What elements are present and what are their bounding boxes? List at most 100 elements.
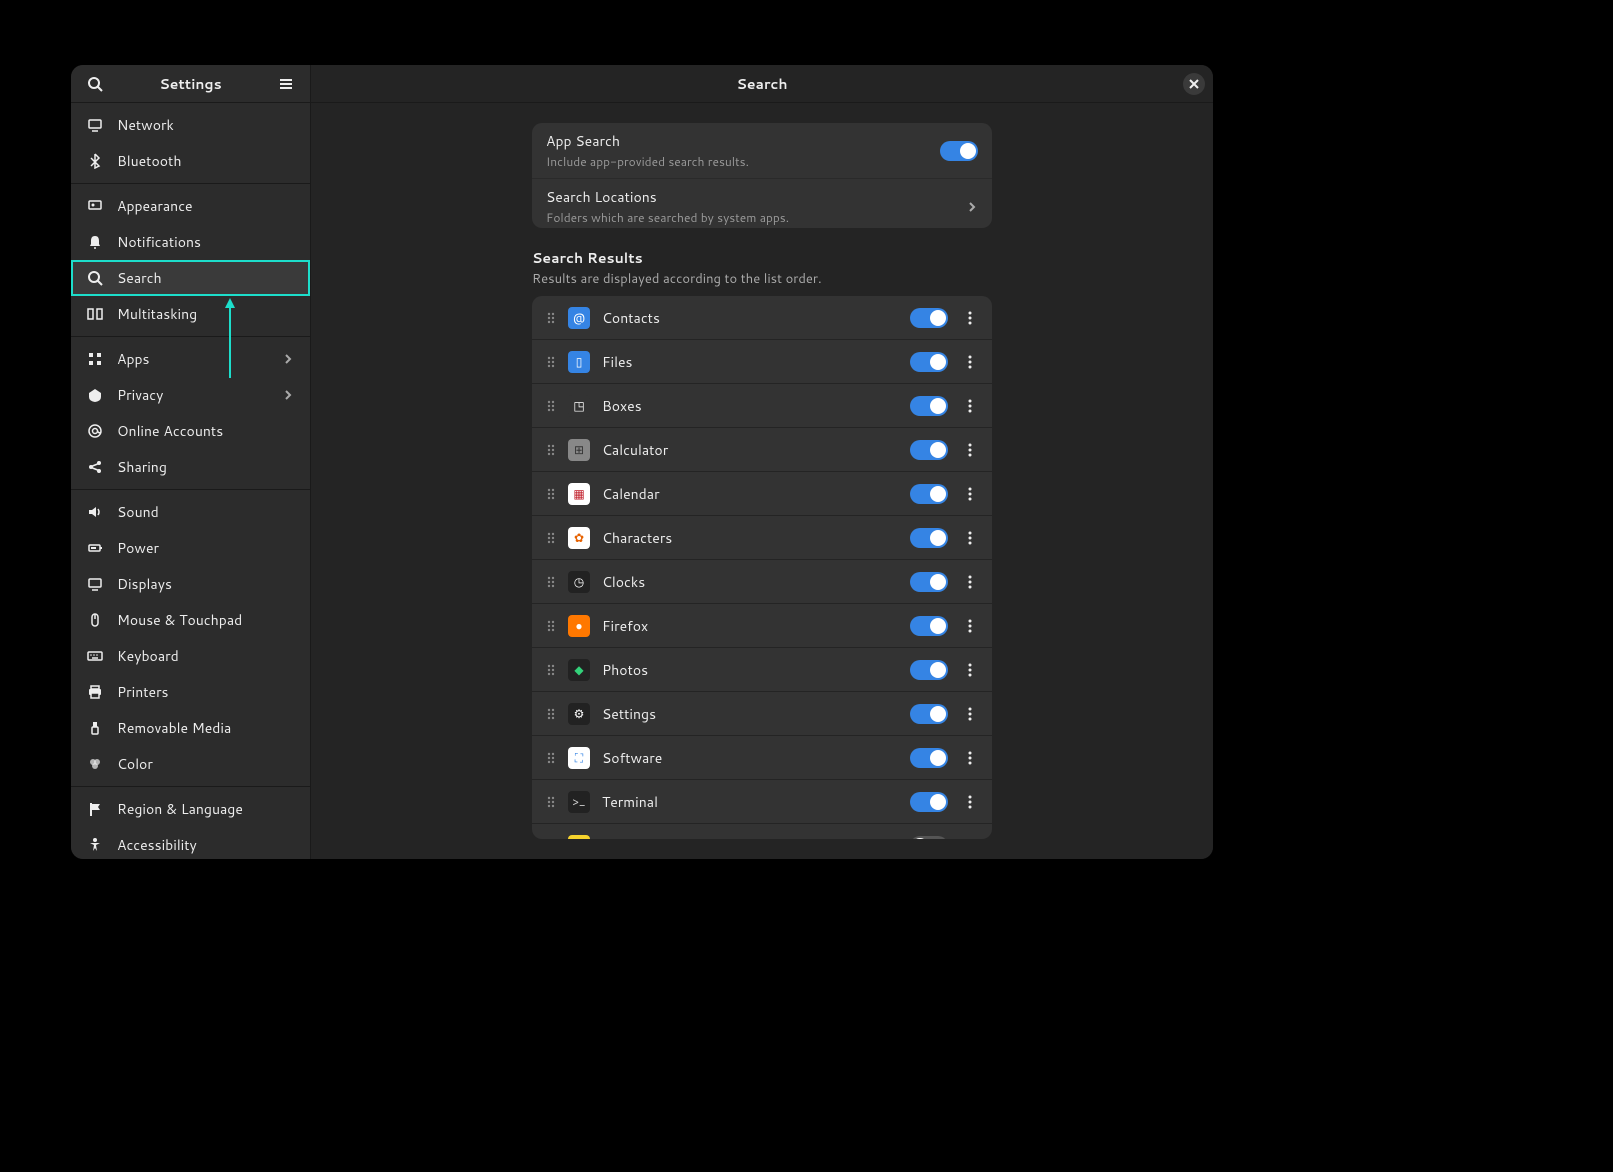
sidebar-item-removable[interactable]: Removable Media	[71, 710, 310, 746]
search-locations-row[interactable]: Search Locations Folders which are searc…	[532, 179, 992, 228]
sidebar-item-label: Accessibility	[117, 835, 197, 855]
menu-button[interactable]	[274, 72, 298, 96]
sidebar-item-apps[interactable]: Apps	[71, 341, 310, 377]
sidebar-item-power[interactable]: Power	[71, 530, 310, 566]
drag-handle-icon[interactable]	[544, 398, 558, 414]
sidebar-item-search[interactable]: Search	[71, 260, 310, 296]
app-label: Contacts	[602, 308, 910, 328]
results-section-header: Search Results Results are displayed acc…	[532, 248, 992, 288]
sidebar-item-label: Power	[117, 538, 159, 558]
app-search-toggle[interactable]	[940, 141, 978, 161]
appearance-icon	[87, 198, 103, 214]
boxes-toggle[interactable]	[910, 396, 948, 416]
sidebar-item-printers[interactable]: Printers	[71, 674, 310, 710]
sidebar-item-displays[interactable]: Displays	[71, 566, 310, 602]
settings-toggle[interactable]	[910, 704, 948, 724]
terminal-app-icon: >_	[568, 791, 590, 813]
calculator-toggle[interactable]	[910, 440, 948, 460]
sidebar-item-mouse[interactable]: Mouse & Touchpad	[71, 602, 310, 638]
close-button[interactable]	[1183, 73, 1205, 95]
results-section-subtitle: Results are displayed according to the l…	[532, 270, 992, 288]
contacts-more-button[interactable]	[960, 308, 980, 328]
sidebar-item-notifications[interactable]: Notifications	[71, 224, 310, 260]
color-icon	[87, 756, 103, 772]
weather-toggle[interactable]	[910, 836, 948, 839]
clocks-more-button[interactable]	[960, 572, 980, 592]
sidebar-item-region[interactable]: Region & Language	[71, 791, 310, 827]
drag-handle-icon[interactable]	[544, 442, 558, 458]
sidebar-title: Settings	[107, 74, 274, 94]
firefox-app-icon: ●	[568, 615, 590, 637]
sidebar-item-network[interactable]: Network	[71, 107, 310, 143]
sidebar-item-accessibility[interactable]: Accessibility	[71, 827, 310, 859]
app-row-clocks: ◷Clocks	[532, 560, 992, 604]
terminal-more-button[interactable]	[960, 792, 980, 812]
drag-handle-icon[interactable]	[544, 838, 558, 839]
app-label: Settings	[602, 704, 910, 724]
app-label: Terminal	[602, 792, 910, 812]
sidebar-divider	[71, 183, 310, 184]
drag-handle-icon[interactable]	[544, 310, 558, 326]
files-toggle[interactable]	[910, 352, 948, 372]
boxes-more-button[interactable]	[960, 396, 980, 416]
sidebar-item-keyboard[interactable]: Keyboard	[71, 638, 310, 674]
drag-handle-icon[interactable]	[544, 486, 558, 502]
firefox-more-button[interactable]	[960, 616, 980, 636]
software-toggle[interactable]	[910, 748, 948, 768]
photos-more-button[interactable]	[960, 660, 980, 680]
sidebar-item-sound[interactable]: Sound	[71, 494, 310, 530]
contacts-toggle[interactable]	[910, 308, 948, 328]
clocks-app-icon: ◷	[568, 571, 590, 593]
photos-app-icon: ◆	[568, 659, 590, 681]
sidebar-item-label: Privacy	[117, 385, 163, 405]
settings-more-button[interactable]	[960, 704, 980, 724]
sidebar-item-color[interactable]: Color	[71, 746, 310, 782]
printer-icon	[87, 684, 103, 700]
more-vertical-icon	[968, 706, 972, 722]
sidebar-item-sharing[interactable]: Sharing	[71, 449, 310, 485]
photos-toggle[interactable]	[910, 660, 948, 680]
drag-handle-icon[interactable]	[544, 794, 558, 810]
drag-handle-icon[interactable]	[544, 618, 558, 634]
sidebar-item-bluetooth[interactable]: Bluetooth	[71, 143, 310, 179]
sidebar-item-label: Bluetooth	[117, 151, 181, 171]
main-panel: Search App Search Include app-provided s…	[311, 65, 1213, 859]
sidebar-item-multitasking[interactable]: Multitasking	[71, 296, 310, 332]
drag-handle-icon[interactable]	[544, 574, 558, 590]
calendar-toggle[interactable]	[910, 484, 948, 504]
files-more-button[interactable]	[960, 352, 980, 372]
privacy-icon	[87, 387, 103, 403]
weather-more-button[interactable]	[960, 836, 980, 839]
sidebar-item-online-accounts[interactable]: Online Accounts	[71, 413, 310, 449]
drag-handle-icon[interactable]	[544, 354, 558, 370]
clocks-toggle[interactable]	[910, 572, 948, 592]
search-locations-title: Search Locations	[546, 187, 958, 207]
calendar-more-button[interactable]	[960, 484, 980, 504]
bluetooth-icon	[87, 153, 103, 169]
drag-handle-icon[interactable]	[544, 706, 558, 722]
app-row-photos: ◆Photos	[532, 648, 992, 692]
drag-handle-icon[interactable]	[544, 750, 558, 766]
sidebar-item-label: Keyboard	[117, 646, 179, 666]
drag-handle-icon[interactable]	[544, 662, 558, 678]
main-header: Search	[311, 65, 1213, 103]
app-label: Boxes	[602, 396, 910, 416]
sidebar-item-label: Appearance	[117, 196, 193, 216]
more-vertical-icon	[968, 574, 972, 590]
characters-more-button[interactable]	[960, 528, 980, 548]
sidebar-item-appearance[interactable]: Appearance	[71, 188, 310, 224]
close-icon	[1189, 79, 1199, 89]
search-icon	[87, 270, 103, 286]
search-button[interactable]	[83, 72, 107, 96]
app-row-contacts: @Contacts	[532, 296, 992, 340]
software-more-button[interactable]	[960, 748, 980, 768]
terminal-toggle[interactable]	[910, 792, 948, 812]
display-icon	[87, 576, 103, 592]
app-search-row[interactable]: App Search Include app-provided search r…	[532, 123, 992, 179]
drag-handle-icon[interactable]	[544, 530, 558, 546]
power-icon	[87, 540, 103, 556]
sidebar-item-privacy[interactable]: Privacy	[71, 377, 310, 413]
calculator-more-button[interactable]	[960, 440, 980, 460]
firefox-toggle[interactable]	[910, 616, 948, 636]
characters-toggle[interactable]	[910, 528, 948, 548]
